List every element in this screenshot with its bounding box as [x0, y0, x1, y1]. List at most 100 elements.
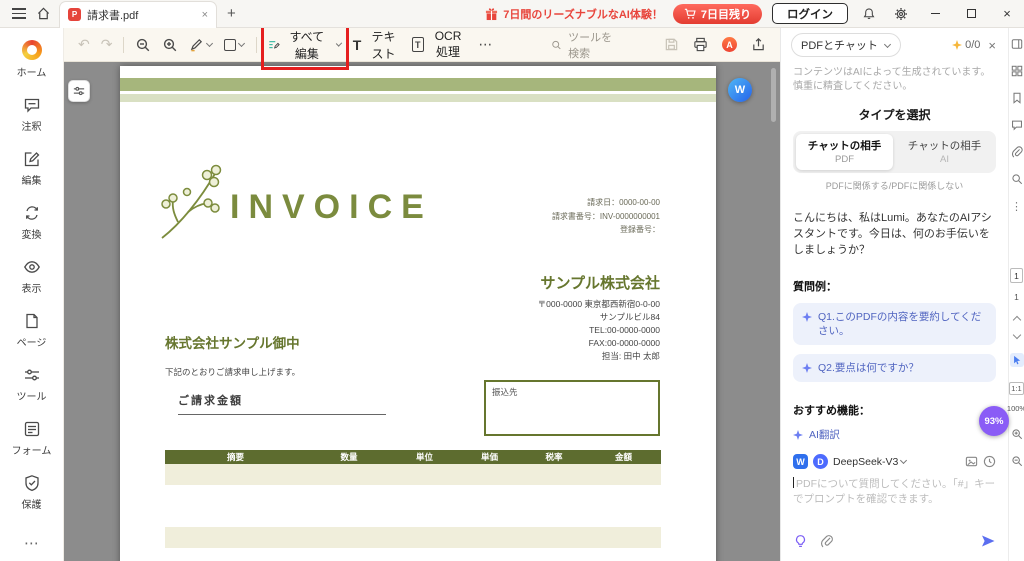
promo-banner[interactable]: 7日間のリーズナブルなAI体験！: [485, 6, 663, 22]
sidebar-item-convert[interactable]: 変換: [2, 204, 62, 241]
close-button[interactable]: ×: [994, 0, 1020, 27]
form-icon: [24, 421, 39, 437]
word-model-icon[interactable]: W: [793, 454, 808, 469]
sidebar-item-annotate[interactable]: 注釈: [2, 96, 62, 133]
pen-tool-icon[interactable]: [189, 37, 214, 52]
shape-tool-icon[interactable]: [224, 38, 246, 51]
sidebar-item-view[interactable]: 表示: [2, 258, 62, 295]
select-tool-icon[interactable]: [1009, 353, 1024, 367]
search-icon[interactable]: [1011, 173, 1023, 185]
example-question-1[interactable]: Q1.このPDFの内容を要約してください。: [793, 303, 996, 345]
translate-widget-button[interactable]: W: [728, 78, 752, 102]
maximize-button[interactable]: [958, 0, 984, 27]
zoom-in-icon[interactable]: [1011, 428, 1023, 440]
ai-tools-icon[interactable]: A: [721, 37, 737, 52]
current-page-input[interactable]: 1: [1010, 268, 1023, 283]
sidebar-item-protect[interactable]: 保護: [2, 474, 62, 511]
tab-title: チャットの相手: [807, 140, 882, 152]
notifications-bell-icon[interactable]: [858, 7, 880, 21]
sliders-icon: [24, 369, 39, 381]
undo-icon[interactable]: ↶: [78, 36, 90, 53]
more-vertical-icon[interactable]: ⋮: [1011, 200, 1022, 213]
page-settings-button[interactable]: [68, 80, 90, 102]
ocr-icon: T: [411, 37, 424, 52]
history-clock-icon[interactable]: [983, 455, 996, 468]
titlebar: P 請求書.pdf × + 7日間のリーズナブルなAI体験！ 7日目残り ログイ…: [0, 0, 1024, 28]
sidebar-more-icon[interactable]: ⋯: [24, 534, 39, 552]
tab-close-icon[interactable]: ×: [202, 9, 208, 21]
comment-icon[interactable]: [1011, 119, 1023, 131]
chat-title: PDFとチャット: [801, 40, 878, 52]
sidebar-item-home[interactable]: ホーム: [2, 40, 62, 79]
deepseek-logo-icon[interactable]: D: [813, 454, 828, 469]
sparkle-icon: [802, 312, 812, 322]
attachment-icon[interactable]: [1011, 146, 1023, 158]
invoice-address: 〒000-0000 東京都西新宿0-0-00 サンプルビル84 TEL:00-0…: [538, 298, 660, 363]
tab-chat-with-ai[interactable]: チャットの相手 AI: [896, 134, 993, 170]
minimize-button[interactable]: [922, 0, 948, 27]
model-dropdown[interactable]: DeepSeek-V3: [833, 456, 908, 468]
sidebar-item-page[interactable]: ページ: [2, 312, 62, 349]
chat-input-toolbar: [793, 533, 996, 549]
invoice-recipient: 株式会社サンプル御中: [165, 336, 300, 351]
tool-search[interactable]: ツールを検索: [551, 29, 619, 61]
chat-input[interactable]: PDFについて質問してください。「#」キーでプロンプトを確認できます。: [793, 477, 996, 523]
type-select-label: タイプを選択: [858, 108, 931, 122]
invoice-meta: 請求日：0000-00-00 請求書番号：INV-0000000001 登録番号…: [552, 196, 660, 237]
zoom-out-icon[interactable]: [135, 37, 151, 53]
features-label: おすすめ機能：: [793, 405, 870, 417]
attach-paperclip-icon[interactable]: [820, 534, 834, 548]
invoice-bank-box: 振込先: [484, 380, 660, 436]
trial-days-button[interactable]: 7日目残り: [672, 3, 762, 24]
menu-icon[interactable]: [12, 8, 26, 19]
tab-chat-with-pdf[interactable]: チャットの相手 PDF: [796, 134, 893, 170]
redo-icon[interactable]: ↷: [101, 36, 113, 53]
edit-all-label: すべて編集: [289, 29, 325, 61]
example-question-text: Q2.要点は何ですか？: [818, 362, 919, 374]
home-icon[interactable]: [36, 6, 51, 21]
zoom-out-icon[interactable]: [1011, 455, 1023, 467]
feature-ai-translate[interactable]: AI翻訳: [793, 427, 996, 442]
example-question-2[interactable]: Q2.要点は何ですか？: [793, 354, 996, 382]
save-icon[interactable]: [664, 37, 679, 52]
bookmark-icon[interactable]: [1011, 92, 1023, 104]
more-tools-icon[interactable]: ⋯: [478, 36, 492, 53]
invoice-col-header: 摘要: [226, 452, 244, 462]
thumbnails-icon[interactable]: [1011, 65, 1023, 77]
home-logo-icon: [21, 40, 42, 60]
search-placeholder: ツールを検索: [568, 31, 613, 60]
sidebar-item-label: 保護: [21, 500, 42, 511]
sidebar-item-label: 変換: [21, 230, 42, 241]
ocr-button[interactable]: T OCR処理: [411, 29, 468, 60]
actual-size-button[interactable]: 1:1: [1009, 382, 1024, 395]
sidebar-item-edit[interactable]: 編集: [2, 150, 62, 187]
total-pages-label: 1: [1014, 292, 1019, 302]
chat-mode-dropdown[interactable]: PDFとチャット: [791, 33, 901, 57]
edit-all-button[interactable]: すべて編集: [261, 19, 349, 70]
text-tool-button[interactable]: T テキスト: [353, 28, 401, 62]
login-button[interactable]: ログイン: [772, 3, 848, 24]
document-tab[interactable]: P 請求書.pdf ×: [59, 0, 217, 28]
toolbar-right-group: A: [664, 37, 766, 52]
new-tab-button[interactable]: +: [227, 5, 236, 22]
settings-gear-icon[interactable]: [890, 7, 912, 21]
document-area[interactable]: INVOICE 請求日：0000-00-00 請求書番号：INV-0000000…: [64, 62, 780, 561]
document-scrollbar[interactable]: [771, 68, 776, 122]
next-page-icon[interactable]: [1012, 330, 1021, 340]
zoom-level-label[interactable]: 100%: [1007, 404, 1024, 413]
zoom-in-icon[interactable]: [162, 37, 178, 53]
pdf-page[interactable]: INVOICE 請求日：0000-00-00 請求書番号：INV-0000000…: [120, 66, 716, 561]
send-icon[interactable]: [980, 533, 996, 549]
lightbulb-icon[interactable]: [793, 534, 808, 549]
sidebar-item-tools[interactable]: ツール: [2, 366, 62, 403]
sidebar-item-form[interactable]: フォーム: [2, 420, 62, 457]
invoice-table-row: [165, 485, 661, 506]
previous-page-icon[interactable]: [1012, 315, 1021, 325]
image-icon[interactable]: [965, 455, 978, 468]
zoom-percentage-badge[interactable]: 93%: [979, 406, 1009, 436]
chat-close-icon[interactable]: ×: [986, 38, 998, 53]
print-icon[interactable]: [693, 37, 708, 52]
share-icon[interactable]: [751, 37, 766, 52]
assistant-greeting: こんにちは、私はLumi。あなたのAIアシスタントです。今日は、何のお手伝いをし…: [793, 212, 992, 256]
panel-toggle-icon[interactable]: [1011, 38, 1023, 50]
